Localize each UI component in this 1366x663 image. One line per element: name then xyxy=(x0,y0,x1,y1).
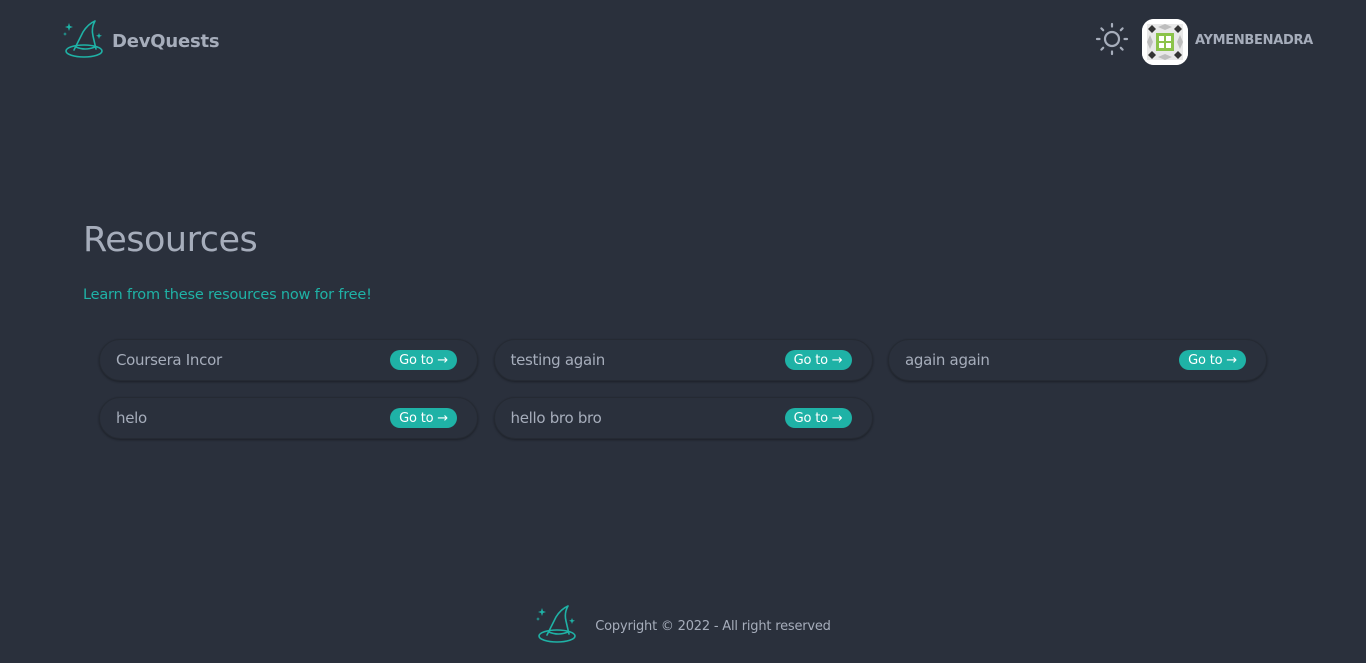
resource-name: hello bro bro xyxy=(510,409,602,427)
resource-card: helo Go to → xyxy=(99,397,478,439)
page-title: Resources xyxy=(83,220,258,260)
resource-card: again again Go to → xyxy=(888,339,1267,381)
resource-card: testing again Go to → xyxy=(493,339,873,381)
footer: Copyright © 2022 - All right reserved xyxy=(0,602,1366,650)
sun-icon xyxy=(1094,21,1130,61)
go-to-button[interactable]: Go to → xyxy=(390,350,457,370)
go-to-button[interactable]: Go to → xyxy=(784,408,852,428)
resource-name: Coursera Incor xyxy=(116,351,222,369)
identicon-icon xyxy=(1142,19,1188,65)
resource-name: again again xyxy=(905,351,990,369)
go-to-button[interactable]: Go to → xyxy=(1179,350,1246,370)
go-to-button[interactable]: Go to → xyxy=(784,350,852,370)
go-to-button[interactable]: Go to → xyxy=(390,408,457,428)
username[interactable]: AYMENBENADRA xyxy=(1195,33,1313,48)
copyright-text: Copyright © 2022 - All right reserved xyxy=(595,618,831,634)
resource-name: testing again xyxy=(510,351,606,369)
wizard-hat-icon xyxy=(535,603,579,649)
theme-toggle-button[interactable] xyxy=(1094,21,1130,61)
brand-name: DevQuests xyxy=(112,30,220,52)
resource-card: hello bro bro Go to → xyxy=(493,397,873,439)
resource-name: helo xyxy=(116,409,147,427)
navbar: DevQuests AYMENBENADRA xyxy=(0,0,1366,84)
resource-grid: Coursera Incor Go to → testing again Go … xyxy=(99,339,1267,439)
wizard-hat-icon xyxy=(62,18,106,64)
brand-link[interactable]: DevQuests xyxy=(62,18,220,64)
avatar[interactable] xyxy=(1142,19,1188,65)
resource-card: Coursera Incor Go to → xyxy=(99,339,478,381)
page-subtitle: Learn from these resources now for free! xyxy=(83,287,372,303)
